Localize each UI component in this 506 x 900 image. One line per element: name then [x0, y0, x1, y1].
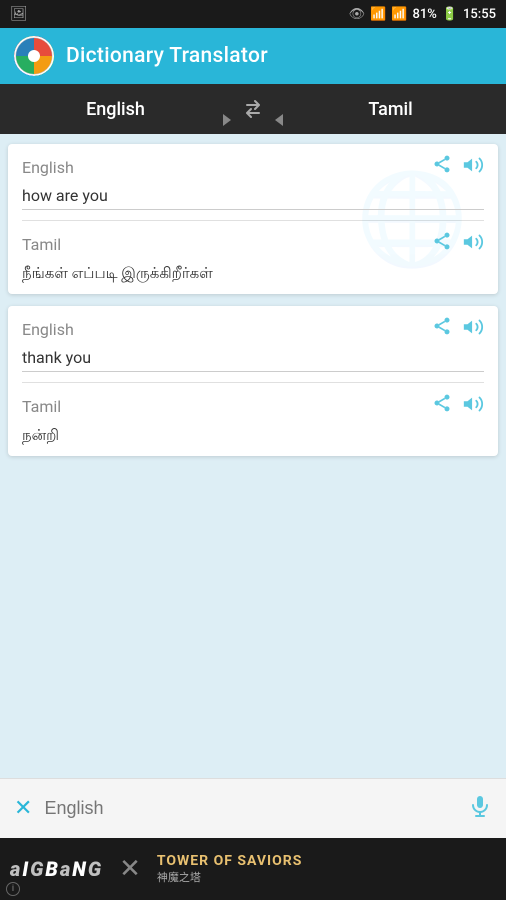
ad-right-section: TOWER OF SAVIORS 神魔之塔: [157, 853, 303, 885]
swap-languages-button[interactable]: [231, 87, 275, 131]
ad-logo-text: aIGBaNG: [10, 857, 103, 881]
eye-icon: 👁: [349, 7, 366, 22]
ad-banner[interactable]: aIGBaNG ✕ TOWER OF SAVIORS 神魔之塔 i: [0, 838, 506, 900]
source-section: English: [8, 306, 498, 382]
source-actions: [432, 316, 484, 342]
target-actions: [432, 231, 484, 257]
target-text: நன்றி: [22, 425, 484, 446]
share-icon[interactable]: [432, 393, 452, 419]
app-header: Dictionary Translator: [0, 28, 506, 84]
speaker-icon[interactable]: [462, 316, 484, 342]
clear-button[interactable]: ✕: [14, 796, 32, 821]
battery-text: 81%: [412, 7, 436, 22]
time-text: 15:55: [463, 7, 496, 22]
target-lang-label: Tamil: [22, 235, 61, 254]
share-icon[interactable]: [432, 231, 452, 257]
language-bar: English Tamil: [0, 84, 506, 134]
screen-icon: 🖼: [10, 6, 28, 22]
ad-info: i: [6, 882, 20, 896]
translations-list: 🌐 English: [0, 134, 506, 778]
source-actions: [432, 154, 484, 180]
speaker-icon[interactable]: [462, 231, 484, 257]
target-lang-label: Tamil: [22, 397, 61, 416]
ad-game-subtitle: 神魔之塔: [157, 869, 201, 885]
target-section: Tamil: [8, 221, 498, 294]
signal-icon: 📶: [391, 7, 407, 22]
share-icon[interactable]: [432, 154, 452, 180]
target-language-button[interactable]: Tamil: [275, 84, 506, 134]
speaker-icon[interactable]: [462, 393, 484, 419]
speaker-icon[interactable]: [462, 154, 484, 180]
battery-icon: 🔋: [442, 7, 458, 22]
ad-x-text: ✕: [119, 854, 141, 884]
status-bar: 🖼 👁 📶 📶 81% 🔋 15:55: [0, 0, 506, 28]
app-logo: [14, 36, 54, 76]
ad-content: aIGBaNG ✕ TOWER OF SAVIORS 神魔之塔: [0, 838, 506, 900]
ad-info-icon: i: [6, 882, 20, 896]
source-lang-label: English: [22, 320, 74, 339]
source-language-button[interactable]: English: [0, 84, 231, 134]
search-bar: ✕: [0, 778, 506, 838]
target-language-label: Tamil: [368, 99, 412, 120]
share-icon[interactable]: [432, 316, 452, 342]
source-text: how are you: [22, 186, 484, 210]
translation-card: English: [8, 306, 498, 456]
wifi-icon: 📶: [370, 7, 386, 22]
source-language-label: English: [86, 99, 145, 120]
target-section: Tamil: [8, 383, 498, 456]
microphone-icon[interactable]: [468, 794, 492, 824]
search-input[interactable]: [44, 798, 456, 819]
ad-game-title: TOWER OF SAVIORS: [157, 853, 303, 869]
source-section: English: [8, 144, 498, 220]
target-text: நீங்கள் எப்படி இருக்கிறீர்கள்: [22, 263, 484, 284]
translation-card: 🌐 English: [8, 144, 498, 294]
app-title: Dictionary Translator: [66, 44, 268, 68]
source-lang-label: English: [22, 158, 74, 177]
target-actions: [432, 393, 484, 419]
source-text: thank you: [22, 348, 484, 372]
